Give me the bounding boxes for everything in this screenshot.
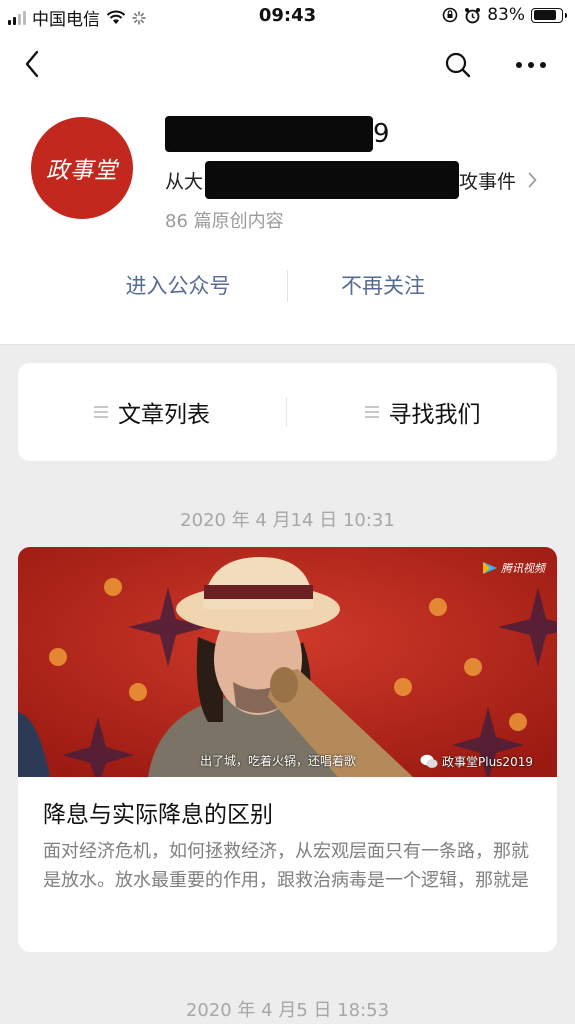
divider (286, 397, 287, 427)
article-count: 86 篇原创内容 (165, 211, 284, 232)
menu-item-find-us[interactable]: 寻找我们 (288, 363, 557, 461)
avatar-text: 政事堂 (46, 158, 118, 184)
redaction-bar (165, 116, 373, 152)
menu-item-label: 寻找我们 (388, 402, 481, 428)
more-icon (516, 62, 546, 68)
article-title: 降息与实际降息的区别 (43, 802, 273, 828)
profile-actions: 进入公众号 不再关注 (0, 262, 575, 310)
video-logo-text: 腾讯视频 (501, 562, 545, 575)
wechat-icon (420, 754, 438, 768)
description-prefix: 从大 (165, 170, 204, 193)
chevron-right-icon (528, 172, 537, 188)
orientation-lock-icon (442, 7, 458, 23)
profile-header: 中国电信 09:43 83% 政事堂 9 从大 攻事件 86 篇原创内容 进入公… (0, 0, 575, 345)
status-bar: 中国电信 09:43 83% (0, 0, 575, 32)
list-icon (364, 406, 379, 418)
nav-bar (0, 40, 575, 90)
article-summary: 面对经济危机，如何拯救经济，从宏观层面只有一条路，那就是放水。放水最重要的作用，… (43, 841, 529, 891)
account-avatar[interactable]: 政事堂 (31, 117, 133, 219)
search-button[interactable] (440, 48, 476, 82)
account-name-suffix: 9 (373, 119, 390, 149)
enter-account-button[interactable]: 进入公众号 (60, 262, 296, 310)
unfollow-button[interactable]: 不再关注 (286, 262, 480, 310)
battery-icon (531, 7, 567, 23)
cover-watermark-text: 政事堂Plus2019 (442, 755, 533, 769)
article-cover-image: 腾讯视频 出了城，吃着火锅，还唱着歌 政事堂Plus2019 (18, 547, 557, 777)
back-button[interactable] (16, 48, 48, 80)
cover-caption: 出了城，吃着火锅，还唱着歌 (200, 754, 357, 768)
account-name: 9 (165, 116, 390, 152)
menu-item-article-list[interactable]: 文章列表 (18, 363, 286, 461)
feed-date: 2020 年 4 月5 日 18:53 (185, 1000, 390, 1021)
account-menu: 文章列表 寻找我们 (18, 363, 557, 461)
battery-percent: 83% (487, 5, 525, 25)
search-icon (445, 52, 471, 78)
description-suffix: 攻事件 (459, 170, 517, 193)
account-description[interactable]: 从大 攻事件 (165, 161, 537, 199)
play-icon (483, 562, 497, 574)
more-button[interactable] (508, 48, 554, 82)
article-card[interactable]: 腾讯视频 出了城，吃着火锅，还唱着歌 政事堂Plus2019 降息与实际降息的区… (18, 547, 557, 952)
chevron-left-icon (25, 50, 39, 78)
cover-watermark: 政事堂Plus2019 (420, 753, 533, 770)
alarm-icon (465, 7, 481, 23)
list-icon (94, 406, 108, 418)
video-watermark: 腾讯视频 (482, 560, 545, 576)
feed-date: 2020 年 4 月14 日 10:31 (180, 510, 395, 531)
menu-item-label: 文章列表 (118, 402, 210, 428)
redaction-bar (205, 161, 460, 199)
